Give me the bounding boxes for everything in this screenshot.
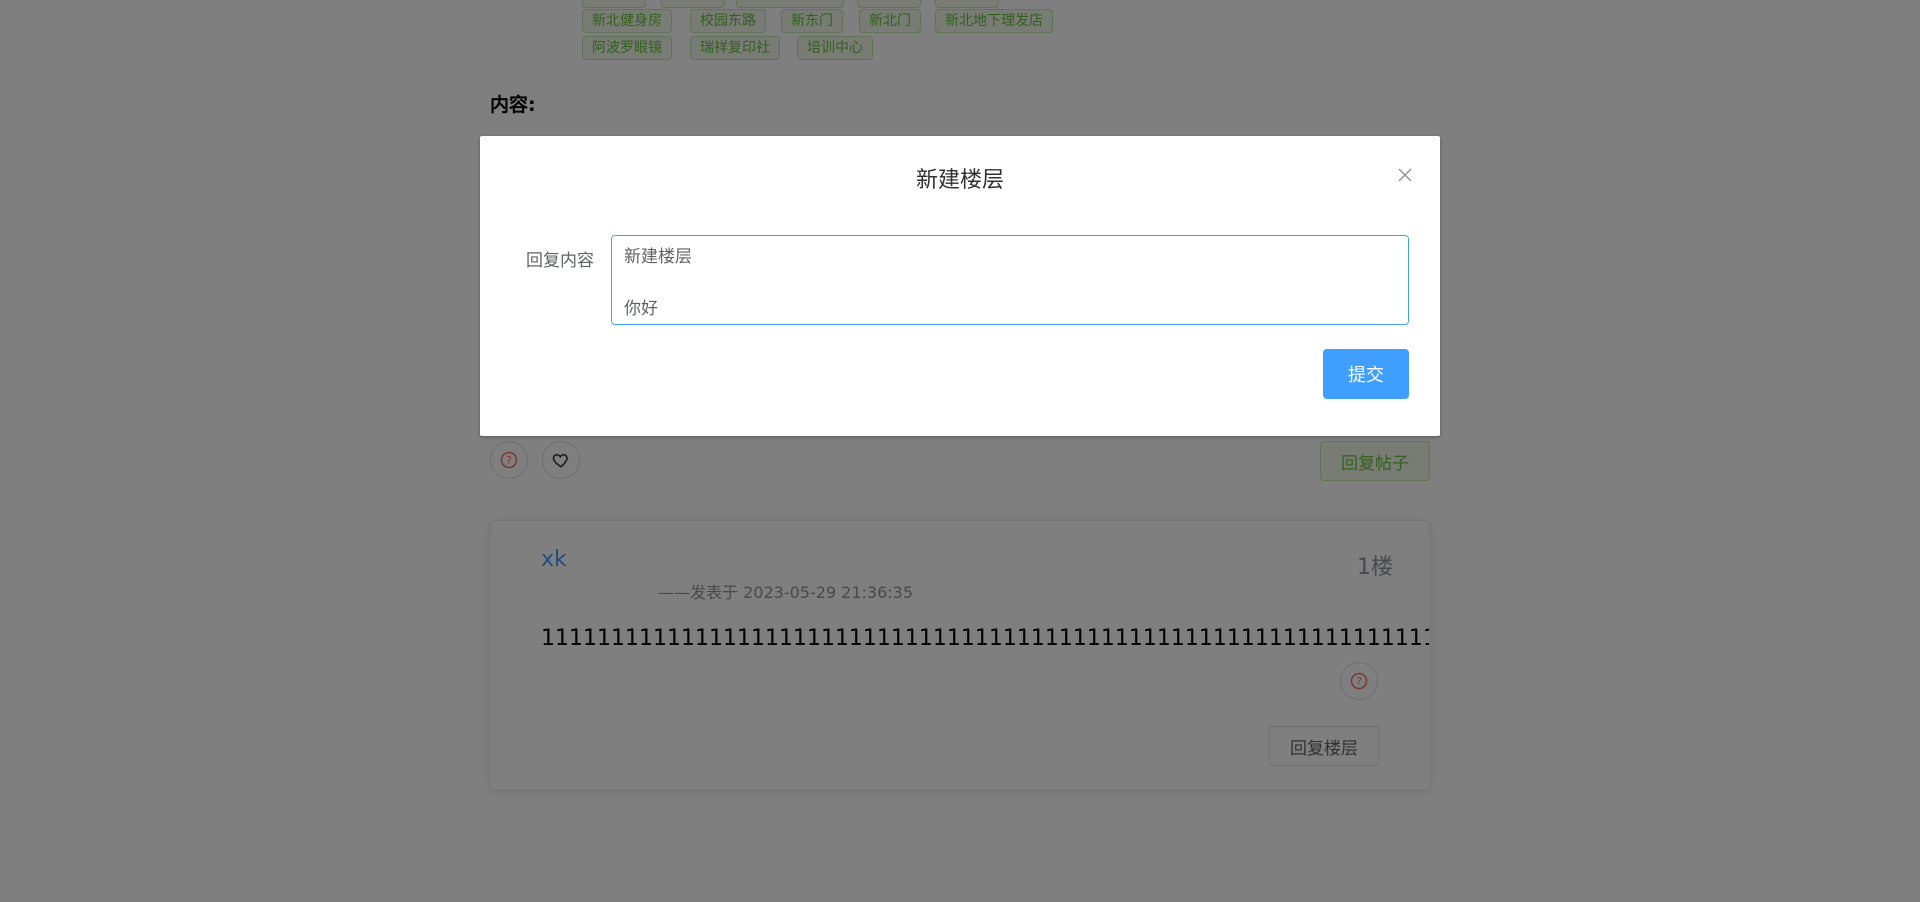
submit-button[interactable]: 提交	[1323, 349, 1409, 399]
dialog-title: 新建楼层	[915, 168, 1004, 193]
new-floor-dialog: 新建楼层 回复内容 新建楼层 你好 提交	[480, 136, 1440, 436]
dialog-close-button[interactable]	[1394, 164, 1416, 186]
reply-content-textarea[interactable]: 新建楼层 你好	[611, 235, 1409, 325]
close-icon	[1398, 168, 1412, 182]
reply-content-label: 回复内容	[526, 251, 594, 271]
